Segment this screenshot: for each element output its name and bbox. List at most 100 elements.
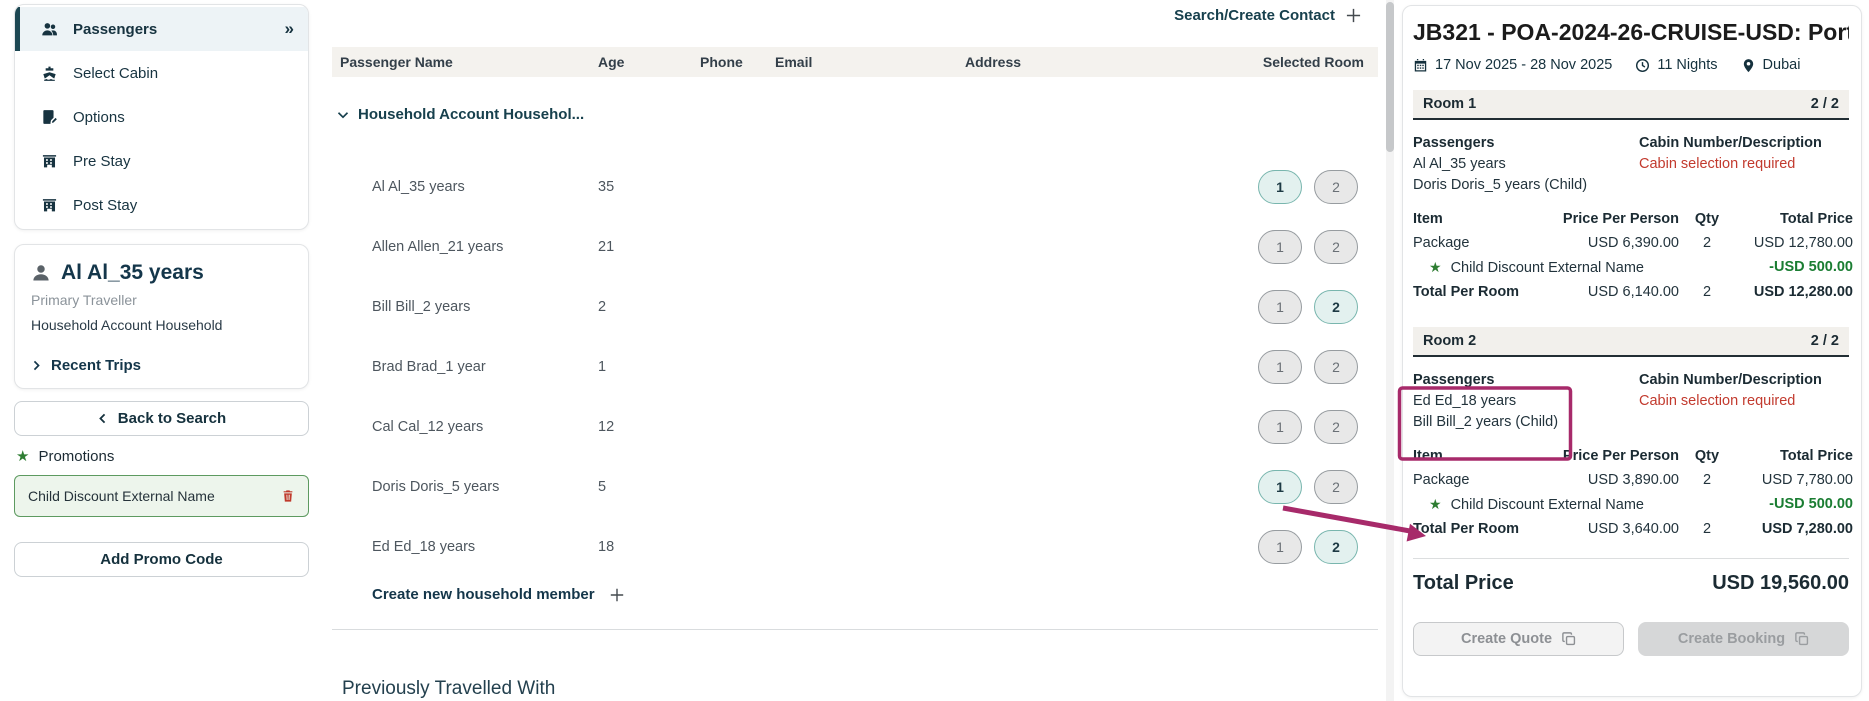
room-occupancy: 2 / 2 [1811,96,1839,112]
passenger-name: Brad Brad_1 year [340,359,598,375]
room-2-button[interactable]: 2 [1314,170,1358,204]
column-phone: Phone [700,54,775,70]
room-2-button[interactable]: 2 [1314,530,1358,564]
room-1-button[interactable]: 1 [1258,410,1302,444]
package-label: Package [1413,472,1553,488]
package-label: Package [1413,235,1553,251]
cabin-status: Cabin selection required [1639,391,1849,412]
passenger-age: 12 [598,419,700,435]
sidebar-item-label: Select Cabin [73,65,158,82]
discount-amount: -USD 500.00 [1735,259,1853,276]
table-row: Bill Bill_2 years 2 1 2 [332,277,1378,337]
room-2-button[interactable]: 2 [1314,230,1358,264]
room-passenger: Bill Bill_2 years (Child) [1413,412,1639,433]
calendar-icon [1413,58,1428,73]
passenger-age: 35 [598,179,700,195]
room-1-button[interactable]: 1 [1258,530,1302,564]
sidebar-item-post-stay[interactable]: Post Stay [15,183,308,227]
cabin-label: Cabin Number/Description [1639,133,1849,154]
booking-summary-panel: JB321 - POA-2024-26-CRUISE-USD: Portrait… [1402,5,1862,697]
applied-promotion-label: Child Discount External Name [28,488,215,504]
sidebar-item-select-cabin[interactable]: Select Cabin [15,51,308,95]
column-passenger-name: Passenger Name [340,54,598,70]
passenger-name: Allen Allen_21 years [340,239,598,255]
search-create-contact-button[interactable]: Search/Create Contact [1174,7,1362,24]
room-2-passengers: Passengers Ed Ed_18 years Bill Bill_2 ye… [1413,370,1849,433]
create-booking-label: Create Booking [1678,631,1785,647]
create-quote-button[interactable]: Create Quote [1413,622,1624,656]
room-2-button[interactable]: 2 [1314,290,1358,324]
room-1-button[interactable]: 1 [1258,170,1302,204]
create-booking-button[interactable]: Create Booking [1638,622,1849,656]
room-1-button[interactable]: 1 [1258,230,1302,264]
household-group-toggle[interactable]: Household Account Househol... [337,106,584,123]
clock-icon [1635,58,1650,73]
hotel-icon [41,197,58,214]
create-quote-label: Create Quote [1461,631,1552,647]
package-price: USD 3,890.00 [1553,472,1679,488]
room-1-button[interactable]: 1 [1258,470,1302,504]
room-2-header: Room 2 2 / 2 [1413,327,1849,357]
passenger-section: Search/Create Contact Passenger Name Age… [332,0,1378,701]
sidebar-nav: Passengers » Select Cabin Options Pre St… [14,4,309,230]
back-to-search-label: Back to Search [118,410,226,427]
total-price-header: Total Price [1735,211,1853,227]
scrollbar-thumb[interactable] [1386,2,1394,152]
add-promo-code-label: Add Promo Code [100,551,223,568]
plus-icon [609,587,625,603]
recent-trips-label: Recent Trips [51,357,141,374]
table-row: Doris Doris_5 years 5 1 2 [332,457,1378,517]
room-2-button[interactable]: 2 [1314,350,1358,384]
room-passenger: Al Al_35 years [1413,154,1639,175]
divider [332,629,1378,630]
recent-trips-toggle[interactable]: Recent Trips [31,357,292,374]
package-qty: 2 [1679,472,1735,488]
household-group-label: Household Account Househol... [358,106,584,123]
booking-dates: 17 Nov 2025 - 28 Nov 2025 [1435,57,1612,73]
traveler-household: Household Account Household [31,317,292,333]
room-2-button[interactable]: 2 [1314,410,1358,444]
sidebar-item-label: Post Stay [73,197,137,214]
column-email: Email [775,54,965,70]
applied-promotion: Child Discount External Name [14,475,309,517]
passengers-label: Passengers [1413,133,1639,154]
table-row: Brad Brad_1 year 1 1 2 [332,337,1378,397]
room-passenger: Doris Doris_5 years (Child) [1413,175,1639,196]
passenger-age: 18 [598,539,700,555]
discount-amount: -USD 500.00 [1735,496,1853,513]
total-per-room-label: Total Per Room [1413,521,1553,537]
chevron-left-icon [97,413,108,424]
sidebar-item-pre-stay[interactable]: Pre Stay [15,139,308,183]
previously-travelled-heading: Previously Travelled With [342,678,555,700]
discount-label: Child Discount External Name [1451,260,1644,276]
sidebar-item-label: Options [73,109,125,126]
traveler-role: Primary Traveller [31,292,292,308]
collapse-sidebar-icon[interactable]: » [285,19,294,39]
remove-promotion-trash-icon[interactable] [281,489,295,503]
price-per-person-header: Price Per Person [1553,448,1679,464]
add-promo-code-button[interactable]: Add Promo Code [14,542,309,577]
sidebar-item-options[interactable]: Options [15,95,308,139]
star-icon: ★ [16,447,29,465]
sidebar-item-label: Passengers [73,21,157,38]
price-per-person-header: Price Per Person [1553,211,1679,227]
back-to-search-button[interactable]: Back to Search [14,401,309,436]
document-icon [41,109,58,126]
scrollbar-track[interactable] [1386,0,1394,701]
passenger-name: Ed Ed_18 years [340,539,598,555]
create-household-member-button[interactable]: Create new household member [372,586,625,603]
room-1-button[interactable]: 1 [1258,350,1302,384]
discount-label: Child Discount External Name [1451,497,1644,513]
room-1-button[interactable]: 1 [1258,290,1302,324]
table-row: Cal Cal_12 years 12 1 2 [332,397,1378,457]
traveler-name: Al Al_35 years [61,261,204,285]
column-address: Address [965,54,1205,70]
room-1-passengers: Passengers Al Al_35 years Doris Doris_5 … [1413,133,1849,196]
room-2-button[interactable]: 2 [1314,470,1358,504]
promotions-heading: ★ Promotions [14,447,309,465]
total-per-room-qty: 2 [1679,521,1735,537]
cabin-label: Cabin Number/Description [1639,370,1849,391]
plus-icon [1345,7,1362,24]
sidebar-item-passengers[interactable]: Passengers » [15,7,308,51]
passenger-age: 2 [598,299,700,315]
